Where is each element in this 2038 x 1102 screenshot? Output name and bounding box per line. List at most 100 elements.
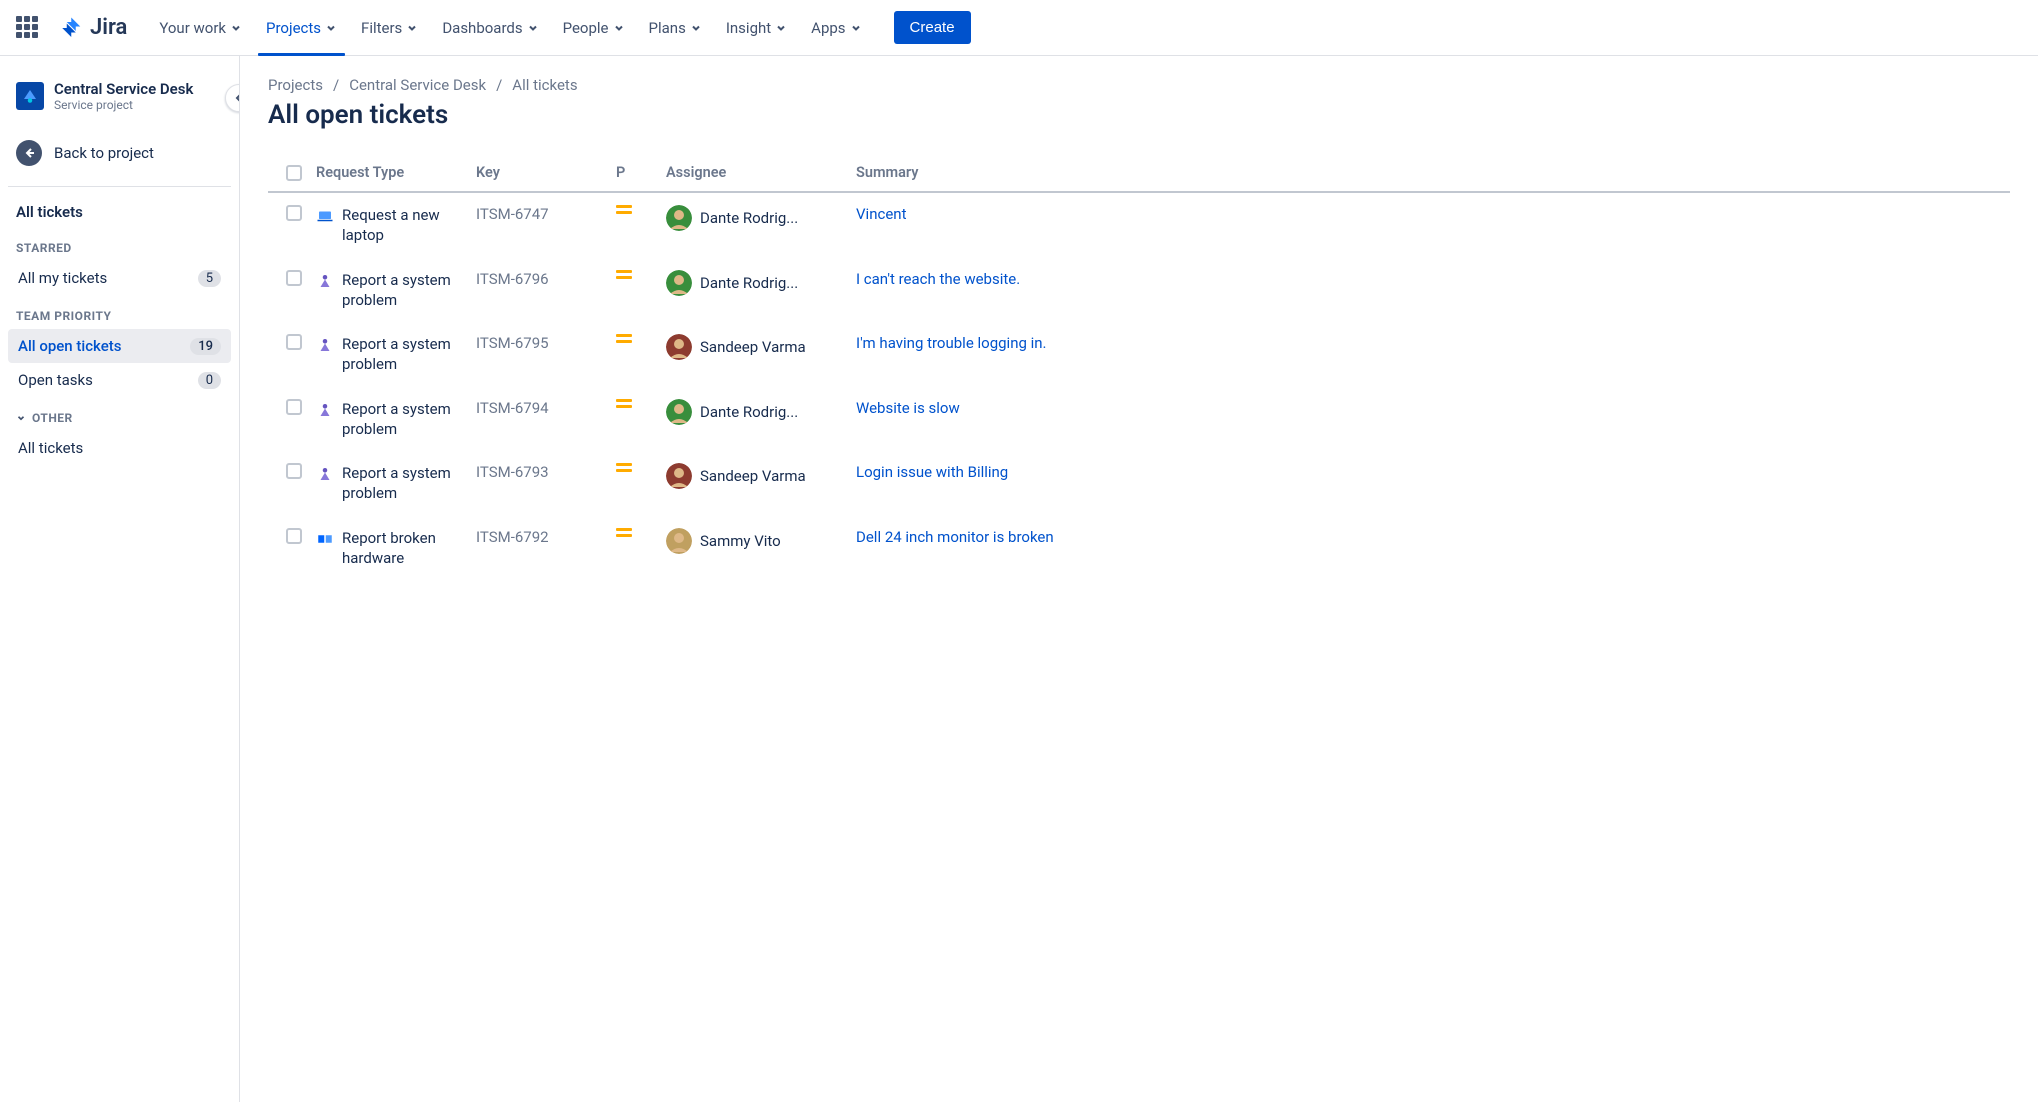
nav-projects[interactable]: Projects — [254, 0, 349, 56]
sidebar-item-all-my-tickets[interactable]: All my tickets5 — [8, 261, 231, 295]
breadcrumb: Projects/Central Service Desk/All ticket… — [268, 76, 2010, 94]
sidebar: Central Service Desk Service project Bac… — [0, 56, 240, 1102]
assignee-name: Dante Rodrig... — [700, 274, 798, 292]
nav-people[interactable]: People — [551, 0, 637, 56]
table-header: Request Type Key P Assignee Summary — [268, 154, 2010, 193]
arrow-left-icon — [16, 140, 42, 166]
avatar — [666, 463, 692, 489]
ticket-key[interactable]: ITSM-6793 — [476, 463, 549, 481]
request-type-text: Request a new laptop — [342, 205, 476, 246]
summary-link[interactable]: Vincent — [856, 205, 906, 223]
assignee-name: Dante Rodrig... — [700, 403, 798, 421]
sidebar-section-team-priority: TEAM PRIORITY — [8, 295, 231, 329]
request-type-icon — [316, 463, 334, 487]
nav-dashboards[interactable]: Dashboards — [430, 0, 550, 56]
priority-medium-icon — [616, 399, 632, 408]
request-type-text: Report a system problem — [342, 334, 476, 375]
jira-icon — [60, 16, 84, 40]
back-to-project[interactable]: Back to project — [8, 130, 231, 176]
ticket-key[interactable]: ITSM-6795 — [476, 334, 549, 352]
column-request-type[interactable]: Request Type — [316, 164, 476, 181]
ticket-key[interactable]: ITSM-6796 — [476, 270, 549, 288]
chevron-down-icon — [230, 22, 242, 34]
nav-filters[interactable]: Filters — [349, 0, 430, 56]
breadcrumb-projects[interactable]: Projects — [268, 76, 323, 94]
sidebar-section-starred: STARRED — [8, 227, 231, 261]
column-assignee[interactable]: Assignee — [666, 164, 856, 181]
create-button[interactable]: Create — [894, 11, 971, 44]
priority-medium-icon — [616, 270, 632, 279]
row-checkbox[interactable] — [286, 334, 302, 350]
summary-link[interactable]: I can't reach the website. — [856, 270, 1020, 288]
chevron-down-icon — [850, 22, 862, 34]
request-type-text: Report a system problem — [342, 399, 476, 440]
request-type-text: Report a system problem — [342, 463, 476, 504]
chevron-down-icon — [775, 22, 787, 34]
row-checkbox[interactable] — [286, 463, 302, 479]
avatar — [666, 270, 692, 296]
jira-logo[interactable]: Jira — [60, 15, 127, 40]
priority-medium-icon — [616, 463, 632, 472]
row-checkbox[interactable] — [286, 205, 302, 221]
main-content: Projects/Central Service Desk/All ticket… — [240, 56, 2038, 1102]
chevron-down-icon — [690, 22, 702, 34]
row-checkbox[interactable] — [286, 399, 302, 415]
table-row: Report broken hardwareITSM-6792 Sammy Vit… — [268, 516, 2010, 581]
avatar — [666, 399, 692, 425]
summary-link[interactable]: I'm having trouble logging in. — [856, 334, 1047, 352]
count-badge: 0 — [198, 372, 221, 389]
nav-apps[interactable]: Apps — [799, 0, 873, 56]
select-all-checkbox[interactable] — [286, 165, 302, 181]
sidebar-item-all-open-tickets[interactable]: All open tickets19 — [8, 329, 231, 363]
request-type-icon — [316, 399, 334, 423]
chevron-down-icon — [406, 22, 418, 34]
table-row: Request a new laptopITSM-6747Dante Rodri… — [268, 193, 2010, 258]
breadcrumb-central-service-desk[interactable]: Central Service Desk — [349, 76, 486, 94]
request-type-icon — [316, 528, 334, 552]
chevron-left-icon — [233, 92, 240, 104]
priority-medium-icon — [616, 334, 632, 343]
chevron-down-icon — [527, 22, 539, 34]
sidebar-item-all-tickets[interactable]: All tickets — [8, 431, 231, 465]
count-badge: 19 — [190, 338, 221, 355]
summary-link[interactable]: Website is slow — [856, 399, 960, 417]
nav-insight[interactable]: Insight — [714, 0, 799, 56]
column-priority[interactable]: P — [616, 164, 666, 181]
sidebar-section-other[interactable]: OTHER — [8, 397, 231, 431]
assignee-name: Sammy Vito — [700, 532, 781, 550]
column-key[interactable]: Key — [476, 164, 616, 181]
request-type-text: Report broken hardware — [342, 528, 476, 569]
avatar — [666, 205, 692, 231]
nav-your-work[interactable]: Your work — [147, 0, 254, 56]
summary-link[interactable]: Dell 24 inch monitor is broken — [856, 528, 1054, 546]
page-title: All open tickets — [268, 100, 2010, 130]
divider — [8, 186, 231, 187]
ticket-key[interactable]: ITSM-6747 — [476, 205, 549, 223]
chevron-down-icon — [613, 22, 625, 34]
assignee-name: Sandeep Varma — [700, 338, 806, 356]
all-tickets-heading[interactable]: All tickets — [8, 197, 231, 227]
priority-medium-icon — [616, 528, 632, 537]
column-summary[interactable]: Summary — [856, 164, 2006, 181]
row-checkbox[interactable] — [286, 528, 302, 544]
breadcrumb-all-tickets[interactable]: All tickets — [512, 76, 577, 94]
count-badge: 5 — [198, 270, 221, 287]
summary-link[interactable]: Login issue with Billing — [856, 463, 1008, 481]
table-row: Report a system problemITSM-6794 Dante Ro… — [268, 387, 2010, 452]
nav-plans[interactable]: Plans — [637, 0, 714, 56]
ticket-key[interactable]: ITSM-6792 — [476, 528, 549, 546]
table-row: Report a system problemITSM-6795 Sandeep … — [268, 322, 2010, 387]
request-type-icon — [316, 270, 334, 294]
row-checkbox[interactable] — [286, 270, 302, 286]
project-icon — [16, 82, 44, 110]
project-header[interactable]: Central Service Desk Service project — [8, 72, 231, 120]
ticket-key[interactable]: ITSM-6794 — [476, 399, 549, 417]
project-name: Central Service Desk — [54, 80, 193, 98]
table-row: Report a system problemITSM-6793 Sandeep … — [268, 451, 2010, 516]
request-type-icon — [316, 205, 334, 229]
table-row: Report a system problemITSM-6796Dante Ro… — [268, 258, 2010, 323]
assignee-name: Sandeep Varma — [700, 467, 806, 485]
app-switcher-icon[interactable] — [16, 16, 40, 40]
ticket-table: Request Type Key P Assignee Summary Requ… — [268, 154, 2010, 580]
sidebar-item-open-tasks[interactable]: Open tasks0 — [8, 363, 231, 397]
